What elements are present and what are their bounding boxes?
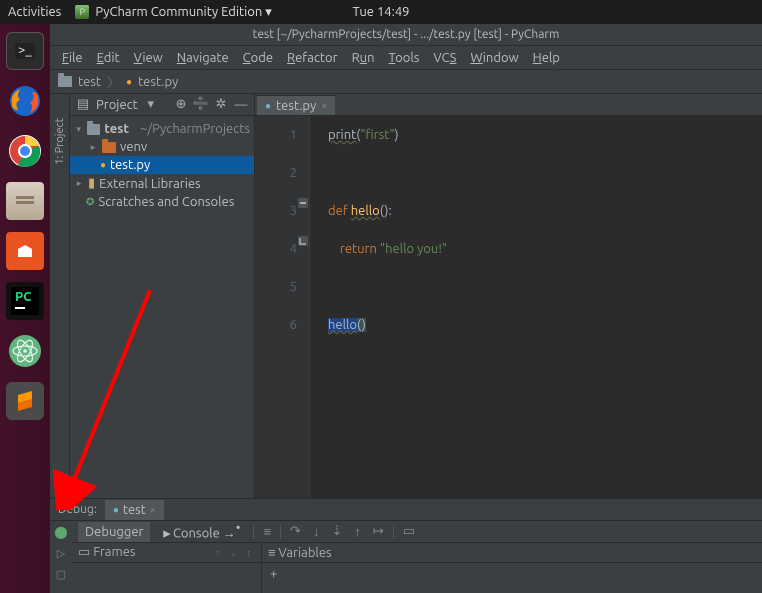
python-file-icon: ●	[265, 100, 271, 112]
collapse-icon[interactable]: ⊕	[174, 98, 188, 112]
evaluate-icon[interactable]: ▭	[400, 524, 418, 539]
tree-file-testpy[interactable]: ● test.py	[70, 156, 254, 174]
ubuntu-dock: >_ PC	[0, 24, 50, 593]
tree-scratches[interactable]: ✪ Scratches and Consoles	[70, 193, 254, 211]
breadcrumb-file[interactable]: test.py	[138, 75, 178, 89]
ubuntu-top-bar: Activities P PyCharm Community Edition ▾…	[0, 0, 762, 24]
venv-folder-icon	[102, 142, 116, 153]
python-file-icon: ●	[100, 159, 106, 171]
menu-help[interactable]: Help	[527, 49, 566, 67]
editor-gutter[interactable]: 1 2 3 4 5 6	[255, 116, 310, 498]
terminal-icon[interactable]: >_	[6, 32, 44, 70]
atom-icon[interactable]	[6, 332, 44, 370]
menu-navigate[interactable]: Navigate	[171, 49, 235, 67]
menu-file[interactable]: File	[56, 49, 89, 67]
close-icon[interactable]: ×	[150, 504, 156, 515]
menu-edit[interactable]: Edit	[91, 49, 126, 67]
threads-icon[interactable]: ≡	[260, 524, 274, 539]
editor-area: ● test.py × 1 2 3 4 5 6 print("first") d…	[255, 94, 762, 498]
sublime-icon[interactable]	[6, 382, 44, 420]
menu-vcs[interactable]: VCS	[427, 49, 462, 67]
step-into-icon[interactable]: ↓	[310, 524, 323, 539]
bug-icon[interactable]: ⬤	[54, 525, 67, 539]
pycharm-app-icon[interactable]: PC	[6, 282, 44, 320]
step-into-my-icon[interactable]: ⇣	[328, 524, 345, 539]
add-watch-button[interactable]: +	[262, 563, 762, 585]
project-tree[interactable]: ▾ test ~/PycharmProjects ▸ venv ● test.p…	[70, 116, 254, 498]
project-tool-window: ▤ Project ▾ ⊕ ➗ ✲ — ▾ test ~/PycharmProj…	[70, 94, 255, 498]
fold-end-icon[interactable]	[298, 236, 308, 246]
debugger-tab[interactable]: Debugger	[78, 522, 150, 542]
code-area[interactable]: print("first") def hello(): return "hell…	[310, 116, 762, 498]
debug-toolbar: Debugger ▸ Console →• ≡ ↷ ↓ ⇣ ↑ ↦ ▭	[72, 521, 762, 543]
stop-icon[interactable]: ▢	[56, 568, 66, 581]
run-to-cursor-icon[interactable]: ↦	[370, 524, 387, 539]
breadcrumb-project[interactable]: test	[78, 75, 101, 89]
nav-bar: test 〉 ● test.py	[50, 70, 762, 94]
tree-venv[interactable]: ▸ venv	[70, 138, 254, 156]
menu-tools[interactable]: Tools	[383, 49, 426, 67]
frames-icon: ▭	[78, 545, 90, 559]
files-icon[interactable]	[6, 182, 44, 220]
locate-icon[interactable]: ➗	[194, 98, 208, 112]
menu-window[interactable]: Window	[464, 49, 524, 67]
folder-icon	[87, 124, 100, 135]
gear-icon[interactable]: ✲	[214, 98, 228, 112]
tree-root[interactable]: ▾ test ~/PycharmProjects	[70, 120, 254, 138]
step-over-icon[interactable]: ↷	[287, 524, 304, 539]
activities-button[interactable]: Activities	[8, 5, 61, 19]
clock[interactable]: Tue 14:49	[353, 5, 410, 19]
debug-side-buttons: ⬤ ▷ ▢	[50, 521, 72, 593]
firefox-icon[interactable]	[6, 82, 44, 120]
python-file-icon: ●	[126, 76, 132, 88]
step-out-icon[interactable]: ↑	[351, 524, 364, 539]
menu-code[interactable]: Code	[237, 49, 279, 67]
project-view-icon: ▤	[76, 98, 90, 112]
menu-refactor[interactable]: Refactor	[281, 49, 344, 67]
frames-panel: ▭ Frames ↑ ↓ ↕	[72, 543, 262, 593]
hide-icon[interactable]: —	[234, 98, 248, 112]
close-icon[interactable]: ×	[321, 100, 327, 112]
console-tab[interactable]: ▸ Console →•	[156, 518, 247, 544]
scratches-icon: ✪	[86, 196, 94, 208]
software-icon[interactable]	[6, 232, 44, 270]
pycharm-logo-icon: P	[75, 5, 89, 19]
pycharm-window: test [~/PycharmProjects/test] - .../test…	[50, 24, 762, 593]
app-indicator[interactable]: P PyCharm Community Edition ▾	[75, 5, 272, 20]
menu-bar: File Edit View Navigate Code Refactor Ru…	[50, 46, 762, 70]
svg-text:>_: >_	[18, 43, 32, 57]
project-tool-button[interactable]: 1: Project	[52, 114, 68, 169]
variables-panel: ≡ Variables +	[262, 543, 762, 593]
code-editor[interactable]: 1 2 3 4 5 6 print("first") def hello(): …	[255, 116, 762, 498]
debug-tool-window: Debug: ● test × ⬤ ▷ ▢ Debugger ▸ Console…	[50, 498, 762, 593]
menu-view[interactable]: View	[128, 49, 169, 67]
menu-run[interactable]: Run	[346, 49, 381, 67]
variables-title: Variables	[278, 546, 331, 560]
fold-minus-icon[interactable]	[298, 198, 308, 208]
tree-ext-libs[interactable]: ▸▮ External Libraries	[70, 174, 254, 193]
resume-icon[interactable]: ▷	[57, 547, 65, 560]
left-tool-strip: 1: Project	[50, 94, 70, 498]
folder-icon	[58, 76, 72, 87]
svg-text:PC: PC	[15, 290, 32, 304]
frames-title: Frames	[93, 545, 135, 559]
editor-tab-testpy[interactable]: ● test.py ×	[257, 95, 335, 115]
variables-icon: ≡	[268, 545, 276, 560]
debug-run-config-tab[interactable]: ● test ×	[105, 500, 164, 520]
project-view-title[interactable]: Project	[96, 98, 138, 112]
window-title: test [~/PycharmProjects/test] - .../test…	[50, 24, 762, 46]
python-icon: ●	[113, 504, 119, 516]
frames-nav[interactable]: ↑ ↓ ↕	[215, 547, 255, 559]
dropdown-icon[interactable]: ▾	[144, 98, 158, 112]
library-icon: ▮	[88, 176, 95, 191]
chrome-icon[interactable]	[6, 132, 44, 170]
debug-label: Debug:	[50, 503, 105, 516]
